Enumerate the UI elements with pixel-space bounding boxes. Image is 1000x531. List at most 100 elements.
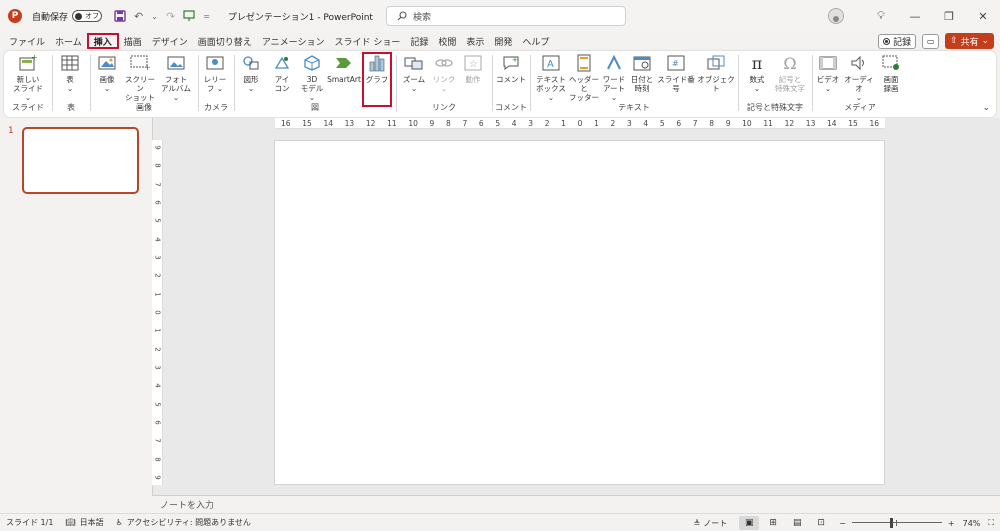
ruler-tick-label: 9 <box>725 118 731 128</box>
tab-insert[interactable]: 挿入 <box>86 33 119 49</box>
slide-thumbnail[interactable] <box>22 127 139 194</box>
tab-slideshow[interactable]: スライド ショー <box>329 33 405 49</box>
ruler-tick-label: 1 <box>153 291 162 297</box>
comments-button[interactable]: ▭ <box>922 33 940 49</box>
ruler-tick-label: 7 <box>153 438 162 443</box>
search-placeholder: 検索 <box>413 12 432 23</box>
ruler-tick-label: 5 <box>153 401 162 407</box>
slideshow-view-icon[interactable]: ⊡ <box>811 516 831 530</box>
ruler-tick-label: 7 <box>692 118 698 128</box>
ruler-tick-label: 3 <box>153 255 162 260</box>
slide-indicator: スライド 1/1 <box>6 518 54 527</box>
account-avatar[interactable] <box>828 8 844 24</box>
ruler-tick-label: 4 <box>153 383 162 388</box>
notes-pane[interactable]: ノートを入力 <box>152 495 1000 513</box>
vertical-ruler: 9 8 7 6 5 4 3 2 1 0 1 2 3 4 5 6 7 8 9 <box>152 140 163 485</box>
record-button[interactable]: 記録 <box>878 33 917 49</box>
normal-view-icon[interactable]: ▣ <box>739 516 760 530</box>
notes-icon: ≜ <box>693 518 701 528</box>
ruler-tick-label: 5 <box>659 118 665 128</box>
share-button[interactable]: ⇧ 共有 ⌄ <box>945 33 994 49</box>
customize-qat-icon[interactable]: ≂ <box>203 12 210 21</box>
ruler-tick-label: 3 <box>528 118 534 128</box>
ribbon-insert: + 新しい スライド ⌄ スライド 表 ⌄ 表 画像 ⌄ + スクリーン ショッ… <box>4 51 996 117</box>
zoom-slider[interactable] <box>851 518 942 528</box>
group-label-images: 画像 <box>136 103 152 112</box>
powerpoint-logo-icon: P <box>8 9 22 23</box>
group-label-media: メディア <box>844 103 876 112</box>
ruler-tick-label: 14 <box>323 118 333 128</box>
ruler-tick-label: 6 <box>676 118 682 128</box>
ribbon-collapse-icon[interactable]: ⌄ <box>982 103 990 113</box>
ruler-tick-label: 8 <box>153 163 162 169</box>
tab-file[interactable]: ファイル <box>4 33 50 49</box>
group-label-symbols: 記号と特殊文字 <box>747 103 803 112</box>
present-from-start-icon[interactable] <box>183 10 195 22</box>
ruler-tick-label: 3 <box>626 118 632 128</box>
ruler-tick-label: 11 <box>387 118 397 128</box>
group-label-illustrations: 図 <box>311 103 319 112</box>
ruler-tick-label: 2 <box>153 273 162 279</box>
ruler-tick-label: 5 <box>495 118 501 128</box>
spellcheck-icon: 📖︎ <box>65 518 76 527</box>
tab-help[interactable]: ヘルプ <box>517 33 554 49</box>
ruler-tick-label: 2 <box>544 118 550 128</box>
tab-view[interactable]: 表示 <box>461 33 489 49</box>
title-bar: P 自動保存 オフ ↶ ⌄ ↷ ≂ プレゼンテーション1 - PowerPoin… <box>0 0 1000 32</box>
ruler-tick-label: 1 <box>594 118 599 128</box>
ruler-tick-label: 16 <box>281 118 291 128</box>
save-icon[interactable] <box>114 10 126 22</box>
autosave-toggle[interactable]: オフ <box>72 10 103 22</box>
tab-design[interactable]: デザイン <box>147 33 193 49</box>
search-icon <box>397 11 407 21</box>
ruler-tick-label: 12 <box>365 118 376 128</box>
tab-transitions[interactable]: 画面切り替え <box>193 33 257 49</box>
ruler-tick-label: 8 <box>445 118 451 128</box>
slide-sorter-icon[interactable]: ⊞ <box>763 516 783 530</box>
notes-toggle[interactable]: ≜ ノート <box>694 518 728 529</box>
ruler-tick-label: 4 <box>511 118 517 128</box>
undo-dropdown-icon[interactable]: ⌄ <box>151 12 158 21</box>
search-box[interactable]: 検索 <box>386 6 626 26</box>
ruler-tick-label: 13 <box>344 118 355 128</box>
ruler-tick-label: 2 <box>153 346 162 352</box>
ruler-tick-label: 8 <box>153 456 162 462</box>
ruler-tick-label: 14 <box>827 118 837 128</box>
language-indicator[interactable]: 📖︎ 日本語 <box>65 517 103 528</box>
tab-animations[interactable]: アニメーション <box>257 33 330 49</box>
ribbon-tabs: ファイル ホーム 挿入 描画 デザイン 画面切り替え アニメーション スライド … <box>0 32 1000 50</box>
ruler-tick-label: 1 <box>153 328 162 334</box>
tab-draw[interactable]: 描画 <box>119 33 147 49</box>
document-title: プレゼンテーション1 - PowerPoint <box>227 12 373 23</box>
ruler-tick-label: 10 <box>742 118 752 128</box>
minimize-icon[interactable]: — <box>898 0 932 32</box>
reading-view-icon[interactable]: ▤ <box>787 516 807 530</box>
ruler-tick-label: 4 <box>643 118 649 128</box>
redo-icon[interactable]: ↷ <box>166 10 175 23</box>
accessibility-indicator[interactable]: ♿︎ アクセシビリティ: 問題ありません <box>116 517 251 528</box>
ruler-tick-label: 8 <box>709 118 715 128</box>
ruler-tick-label: 15 <box>848 118 858 128</box>
zoom-out-icon[interactable]: − <box>839 519 846 528</box>
tab-review[interactable]: 校閲 <box>433 33 461 49</box>
close-icon[interactable]: ✕ <box>966 0 1000 32</box>
tab-home[interactable]: ホーム <box>50 33 87 49</box>
ruler-tick-label: 9 <box>153 145 162 150</box>
tab-record[interactable]: 記録 <box>405 33 433 49</box>
ruler-tick-label: 0 <box>577 118 583 128</box>
fit-slide-icon[interactable]: ⛶ <box>988 518 994 528</box>
zoom-level[interactable]: 74% <box>963 519 981 528</box>
ruler-tick-label: 5 <box>153 218 162 224</box>
undo-icon[interactable]: ↶ <box>134 10 143 23</box>
ruler-tick-label: 11 <box>763 118 773 128</box>
restore-icon[interactable]: ❐ <box>932 0 966 32</box>
zoom-in-icon[interactable]: + <box>948 519 955 528</box>
ruler-tick-label: 13 <box>805 118 816 128</box>
slide-canvas[interactable] <box>274 140 885 485</box>
ruler-tick-label: 9 <box>429 118 435 128</box>
ruler-tick-label: 0 <box>153 310 162 315</box>
tab-developer[interactable]: 開発 <box>489 33 517 49</box>
ruler-tick-label: 7 <box>462 118 468 128</box>
lightbulb-icon[interactable]: 💡︎ <box>864 0 898 32</box>
group-label-text: テキスト <box>618 103 650 112</box>
